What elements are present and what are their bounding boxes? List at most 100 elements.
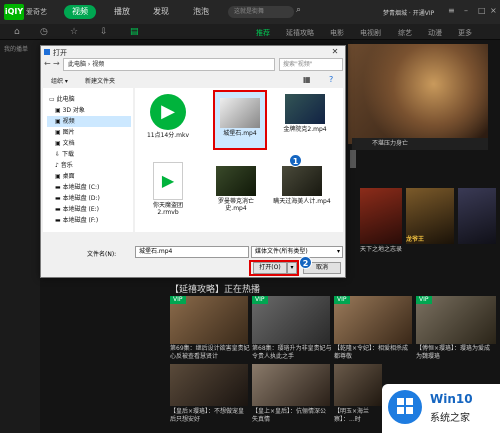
back-arrow-icon[interactable]: ←	[44, 59, 51, 68]
nav-label: 视频	[62, 118, 75, 125]
nav-label: 文档	[62, 140, 75, 147]
dialog-search-input[interactable]: 搜索"视频"	[279, 58, 343, 71]
download-icon[interactable]: ⇩	[100, 27, 108, 37]
file-item[interactable]: ▶ 你天魔盗团2.rmvb	[145, 162, 191, 216]
category-more[interactable]: 更多	[458, 28, 472, 38]
filetype-value: 媒体文件(所有类型)	[255, 248, 308, 255]
file-item[interactable]: ▶ 11点14分.mkv	[145, 94, 191, 139]
filetype-select[interactable]: 媒体文件(所有类型) ▾	[251, 246, 343, 258]
star-icon[interactable]: ☆	[70, 27, 78, 37]
episode-caption-1[interactable]: 第69集：继后设计欲害皇贵妃心反被查看慧贤计	[170, 345, 250, 361]
nav-this-pc[interactable]: ▭ 此电脑	[49, 94, 75, 105]
app-logo[interactable]: iQIY	[4, 4, 24, 20]
scrollbar-handle[interactable]	[350, 150, 356, 168]
poster-mid-1[interactable]	[360, 188, 402, 244]
organize-button[interactable]: 组织 ▾	[51, 76, 68, 85]
download-folder-icon: ⇩	[55, 151, 62, 158]
search-icon[interactable]: ⌕	[296, 5, 301, 15]
windows-logo-pane	[397, 407, 404, 414]
episode-thumb-5[interactable]	[170, 364, 248, 406]
folder-icon: ▣	[55, 118, 63, 125]
vip-badge: VIP	[334, 296, 350, 304]
view-options-icon[interactable]: ▦	[303, 75, 311, 84]
nav-drive-c[interactable]: ▬ 本地磁盘 (C:)	[55, 182, 99, 193]
drive-icon: ▬	[55, 195, 63, 202]
episode-caption-7[interactable]: 【明玉×海兰察】：...时	[334, 408, 382, 424]
nav-label: 本地磁盘 (C:)	[62, 184, 100, 191]
nav-drive-f[interactable]: ▬ 本地磁盘 (F:)	[55, 215, 98, 226]
video-thumb-icon	[220, 98, 260, 128]
category-anime[interactable]: 动漫	[428, 28, 442, 38]
watermark-subtitle: 系统之家	[430, 413, 470, 424]
app-title: 爱奇艺	[26, 8, 47, 16]
nav-downloads[interactable]: ⇩ 下载	[55, 149, 74, 160]
episode-thumb-7[interactable]	[334, 364, 382, 406]
category-tv[interactable]: 电视剧	[360, 28, 381, 38]
episode-caption-4[interactable]: 【傅恒×璎珞】：璎珞为爱成为魏璎珞	[416, 345, 496, 361]
folder-icon: ▣	[55, 107, 63, 114]
drive-icon: ▬	[55, 217, 63, 224]
category-yanxi[interactable]: 延禧攻略	[286, 28, 314, 38]
open-button[interactable]: 打开(O)	[253, 262, 287, 274]
episode-caption-5[interactable]: 【皇后×璎珞】：不想做宠皇后只想安好	[170, 408, 250, 424]
nav-label: 图片	[62, 129, 75, 136]
episode-caption-3[interactable]: 【乾隆×令妃】：相爱相杀成都尊敬	[334, 345, 414, 361]
nav-music[interactable]: ♪ 音乐	[55, 160, 73, 171]
poster-mid-3[interactable]	[458, 188, 496, 244]
pc-icon: ▭	[49, 96, 57, 103]
address-bar[interactable]: 此电脑 › 视频	[63, 58, 275, 71]
nav-desktop[interactable]: ▣ 桌面	[55, 171, 75, 182]
windows-logo-pane	[406, 407, 413, 414]
episode-caption-2[interactable]: 第68集：璎珞升为非皇贵妃与令贵人执此之手	[252, 345, 332, 361]
dialog-close-button[interactable]: ✕	[328, 47, 342, 57]
navigation-pane: ▭ 此电脑 ▣ 3D 对象 ▣ 视频 ▣ 图片 ▣ 文档 ⇩ 下载 ♪ 音乐 ▣…	[43, 88, 133, 232]
vip-badge: VIP	[416, 296, 432, 304]
nav-pictures[interactable]: ▣ 图片	[55, 127, 75, 138]
home-icon[interactable]: ⌂	[14, 27, 20, 37]
user-info[interactable]: 梦青烟城 · 开通VIP	[383, 8, 434, 17]
nav-videos[interactable]: ▣ 视频	[47, 116, 131, 127]
path-breadcrumb[interactable]: 此电脑 › 视频	[68, 61, 104, 68]
tab-paopao[interactable]: 泡泡	[185, 5, 217, 19]
category-recommend[interactable]: 推荐	[256, 28, 270, 38]
category-movie[interactable]: 电影	[330, 28, 344, 38]
close-icon[interactable]: ×	[490, 6, 497, 15]
vip-link[interactable]: 开通VIP	[413, 10, 435, 17]
help-icon[interactable]: ?	[329, 75, 333, 84]
open-file-dialog: 打开 ✕ ← → 此电脑 › 视频 搜索"视频" 组织 ▾ 新建文件夹 ▦ ? …	[40, 45, 346, 278]
nav-label: 桌面	[62, 173, 75, 180]
maximize-icon[interactable]: □	[478, 6, 486, 15]
video-thumb-icon	[285, 94, 325, 124]
nav-label: 本地磁盘 (F:)	[62, 217, 99, 224]
nav-3d-objects[interactable]: ▣ 3D 对象	[55, 105, 85, 116]
tab-play[interactable]: 播放	[106, 5, 138, 19]
file-item-selected[interactable]: 城堡石.mp4	[213, 90, 267, 150]
file-name: 你天魔盗团2.rmvb	[152, 202, 183, 216]
nav-drive-d[interactable]: ▬ 本地磁盘 (D:)	[55, 193, 100, 204]
episode-thumb-6[interactable]	[252, 364, 330, 406]
nav-label: 音乐	[60, 162, 73, 169]
left-sidebar	[0, 40, 40, 433]
file-item[interactable]: 罗曼蒂克消亡史.mp4	[209, 166, 263, 212]
nav-documents[interactable]: ▣ 文档	[55, 138, 75, 149]
nav-label: 此电脑	[56, 96, 75, 103]
grid-icon[interactable]: ▤	[130, 27, 139, 37]
category-variety[interactable]: 综艺	[398, 28, 412, 38]
menu-icon[interactable]: ≡	[448, 6, 455, 15]
tab-video[interactable]: 视频	[64, 5, 96, 19]
file-item[interactable]: 瞒天过海美人计.mp4	[273, 166, 331, 205]
username[interactable]: 梦青烟城	[383, 10, 407, 17]
filename-input[interactable]: 城堡石.mp4	[135, 246, 249, 258]
episode-caption-6[interactable]: 【皇上×皇后】：伉俪情深公失真情	[252, 408, 332, 424]
minimize-icon[interactable]: –	[464, 6, 468, 15]
file-item[interactable]: 金牌院克2.mp4	[275, 94, 335, 133]
open-dropdown-button[interactable]: ▾	[287, 262, 297, 274]
tab-discover[interactable]: 发现	[145, 5, 177, 19]
section-title: 【延禧攻略】正在热播	[170, 285, 261, 295]
nav-drive-e[interactable]: ▬ 本地磁盘 (E:)	[55, 204, 99, 215]
search-input[interactable]: 这就是街舞	[228, 6, 294, 18]
forward-arrow-icon[interactable]: →	[53, 59, 60, 68]
windows-logo	[388, 390, 422, 424]
history-icon[interactable]: ◷	[40, 27, 48, 37]
new-folder-button[interactable]: 新建文件夹	[85, 76, 115, 85]
